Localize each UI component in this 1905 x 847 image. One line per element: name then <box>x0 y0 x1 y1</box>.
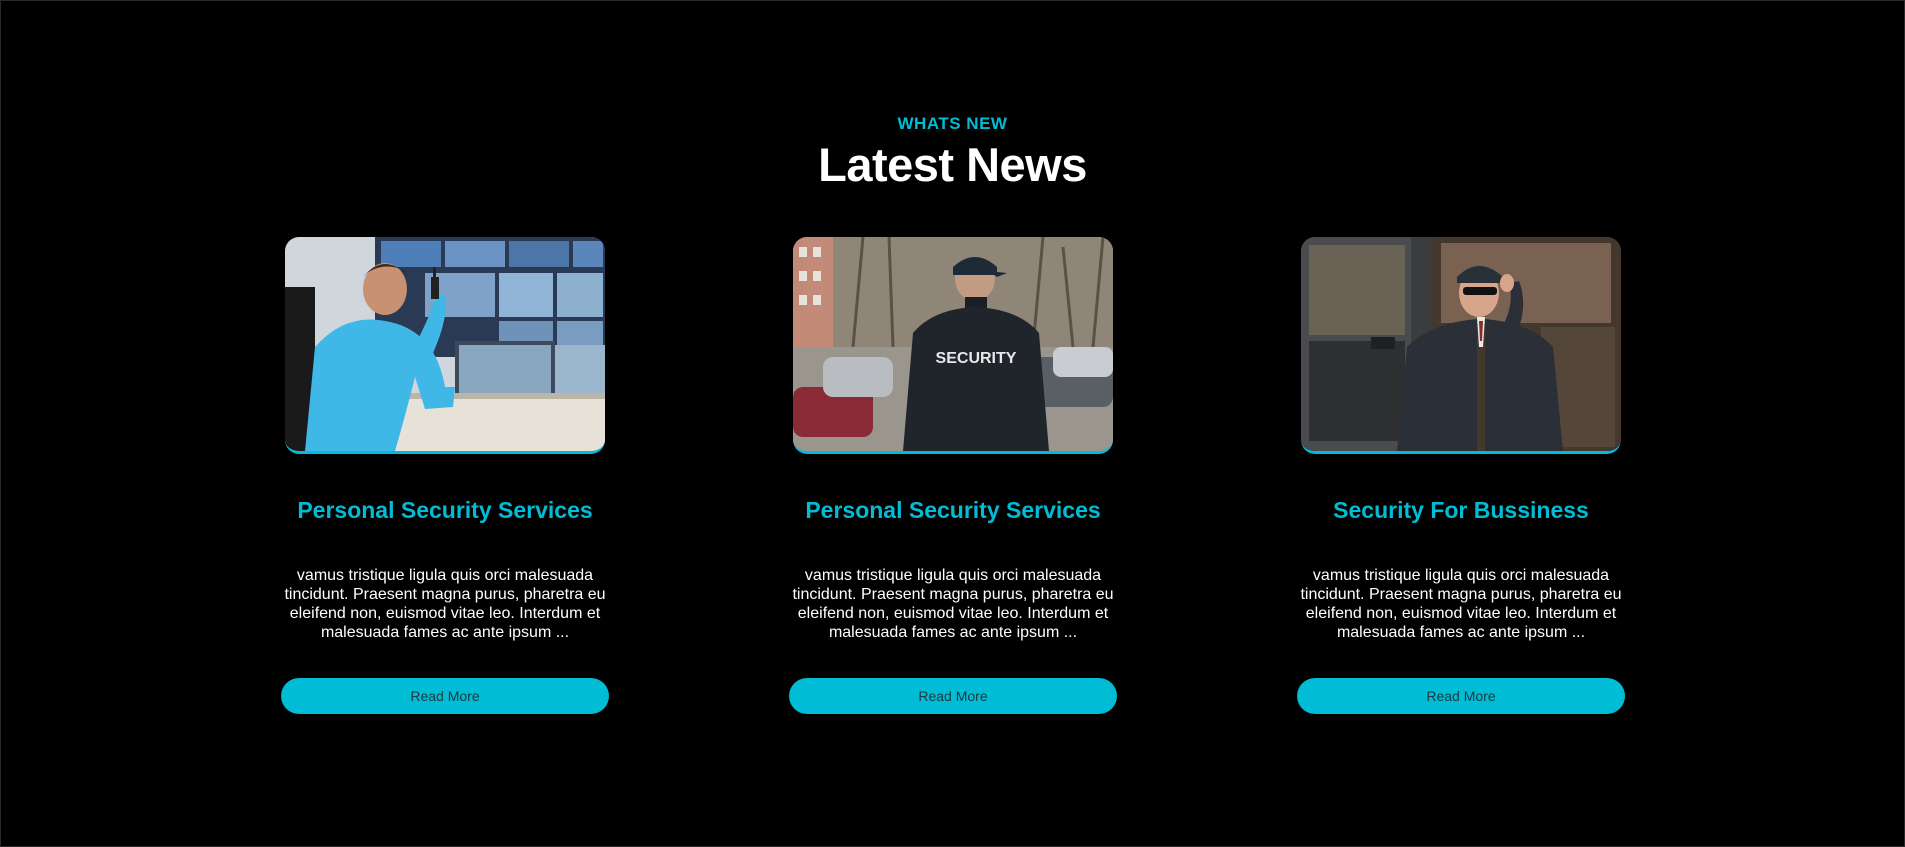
read-more-button[interactable]: Read More <box>1297 678 1625 714</box>
section-header: WHATS NEW Latest News <box>1 113 1904 193</box>
page-frame: WHATS NEW Latest News Personal Security … <box>0 0 1905 847</box>
news-card: Personal Security Services vamus tristiq… <box>280 237 610 714</box>
section-eyebrow: WHATS NEW <box>897 114 1008 133</box>
news-cards: Personal Security Services vamus tristiq… <box>1 237 1905 717</box>
card-text: vamus tristique ligula quis orci malesua… <box>1300 567 1622 641</box>
news-card: SECURITY Personal Security Services vamu… <box>788 237 1118 714</box>
news-card: Security For Bussiness vamus tristique l… <box>1296 237 1626 714</box>
security-guard-back-photo[interactable]: SECURITY <box>793 237 1113 454</box>
card-title: Personal Security Services <box>297 497 593 523</box>
card-text: vamus tristique ligula quis orci malesua… <box>792 567 1114 641</box>
svg-text:SECURITY: SECURITY <box>936 350 1017 367</box>
read-more-button[interactable]: Read More <box>281 678 609 714</box>
card-text: vamus tristique ligula quis orci malesua… <box>284 567 606 641</box>
card-title: Security For Bussiness <box>1333 497 1589 523</box>
card-title: Personal Security Services <box>805 497 1101 523</box>
read-more-button[interactable]: Read More <box>789 678 1117 714</box>
bodyguard-earpiece-photo[interactable] <box>1301 237 1621 454</box>
section-title: Latest News <box>818 138 1087 191</box>
security-operator-monitoring-photo[interactable] <box>285 237 605 454</box>
